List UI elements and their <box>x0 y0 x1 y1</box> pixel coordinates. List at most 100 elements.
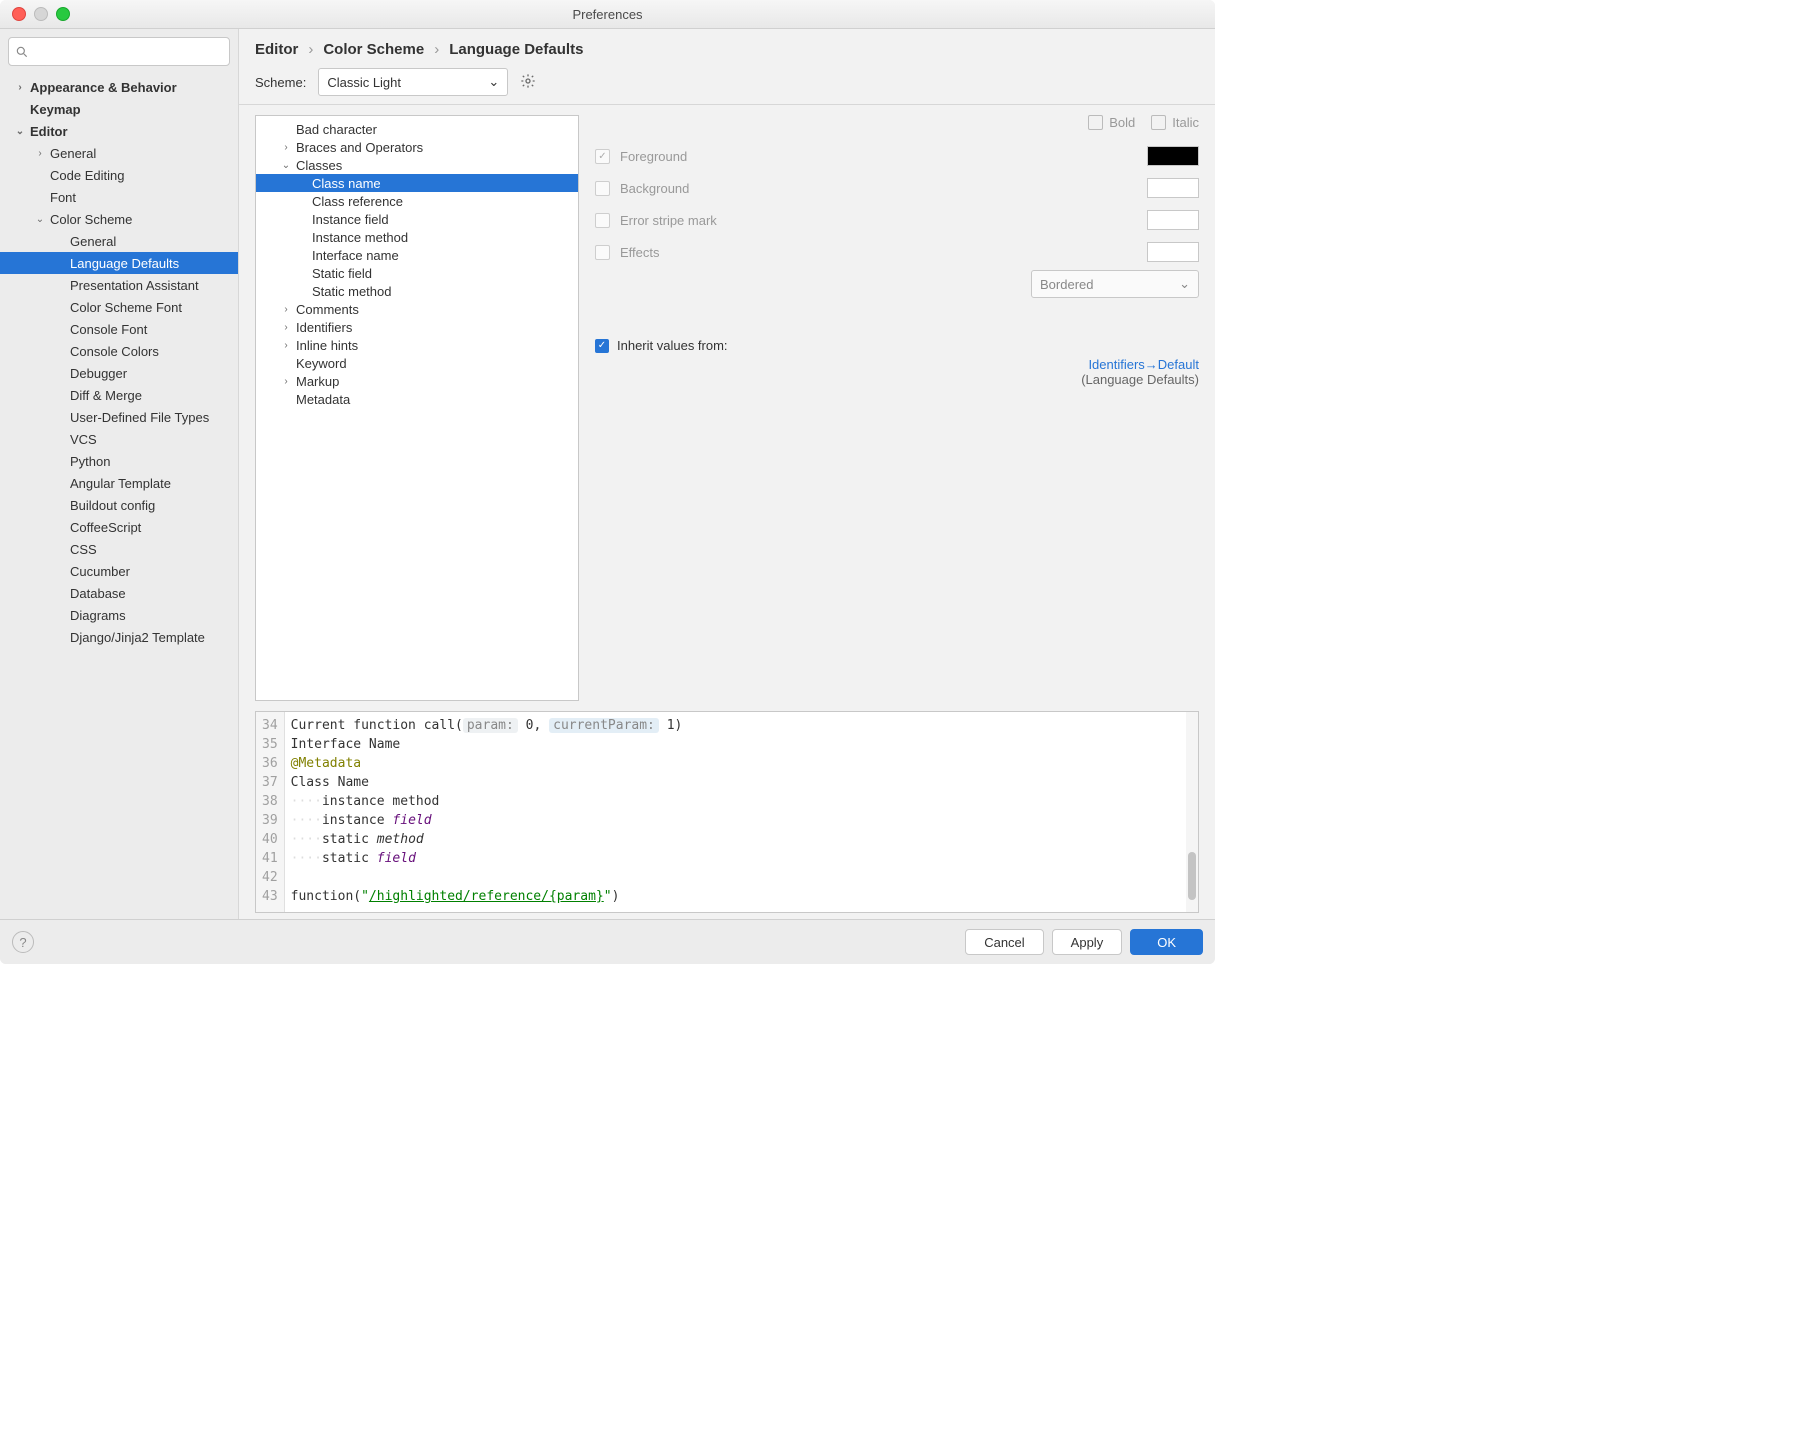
cancel-button[interactable]: Cancel <box>965 929 1043 955</box>
sidebar-item[interactable]: Color Scheme Font <box>0 296 238 318</box>
sidebar-item[interactable]: Code Editing <box>0 164 238 186</box>
category-item[interactable]: Static method <box>256 282 578 300</box>
sidebar-item[interactable]: Python <box>0 450 238 472</box>
category-item[interactable]: ›Inline hints <box>256 336 578 354</box>
category-item[interactable]: ›Braces and Operators <box>256 138 578 156</box>
sidebar-item[interactable]: Font <box>0 186 238 208</box>
effects-label: Effects <box>620 245 1137 260</box>
ok-button[interactable]: OK <box>1130 929 1203 955</box>
sidebar-search[interactable] <box>8 37 230 66</box>
bold-checkbox[interactable]: Bold <box>1088 115 1135 130</box>
category-item[interactable]: ⌄Classes <box>256 156 578 174</box>
sidebar-item[interactable]: ›General <box>0 142 238 164</box>
foreground-swatch[interactable] <box>1147 146 1199 166</box>
scrollbar-thumb[interactable] <box>1188 852 1196 900</box>
gutter: 34353637383940414243 <box>256 712 285 912</box>
search-input[interactable] <box>29 42 223 61</box>
chevron-down-icon: ⌄ <box>488 74 499 90</box>
code-preview: 34353637383940414243 Current function ca… <box>255 711 1199 913</box>
sidebar-item[interactable]: CSS <box>0 538 238 560</box>
footer: ? Cancel Apply OK <box>0 919 1215 964</box>
sidebar-item[interactable]: Debugger <box>0 362 238 384</box>
category-item[interactable]: ›Markup <box>256 372 578 390</box>
sidebar-item[interactable]: Console Font <box>0 318 238 340</box>
inherit-checkbox[interactable] <box>595 339 609 353</box>
foreground-checkbox[interactable] <box>595 149 610 164</box>
category-item[interactable]: Interface name <box>256 246 578 264</box>
breadcrumb-item[interactable]: Color Scheme <box>323 41 424 58</box>
inherit-label: Inherit values from: <box>617 338 728 353</box>
error-stripe-label: Error stripe mark <box>620 213 1137 228</box>
sidebar-item[interactable]: Database <box>0 582 238 604</box>
sidebar-item[interactable]: Angular Template <box>0 472 238 494</box>
category-item[interactable]: ›Identifiers <box>256 318 578 336</box>
sidebar-item[interactable]: Cucumber <box>0 560 238 582</box>
sidebar-item[interactable]: User-Defined File Types <box>0 406 238 428</box>
breadcrumb-item[interactable]: Editor <box>255 41 298 58</box>
background-swatch[interactable] <box>1147 178 1199 198</box>
scheme-label: Scheme: <box>255 75 306 90</box>
sidebar-item[interactable]: Diff & Merge <box>0 384 238 406</box>
sidebar-item[interactable]: Keymap <box>0 98 238 120</box>
inherit-sublabel: (Language Defaults) <box>595 372 1199 387</box>
sidebar-item[interactable]: General <box>0 230 238 252</box>
gear-icon[interactable] <box>520 73 536 92</box>
preferences-window: Preferences ›Appearance & BehaviorKeymap… <box>0 0 1215 964</box>
category-item[interactable]: Bad character <box>256 120 578 138</box>
window-title: Preferences <box>0 7 1215 22</box>
category-item[interactable]: ›Comments <box>256 300 578 318</box>
breadcrumb-item: Language Defaults <box>449 41 583 58</box>
preview-scrollbar[interactable] <box>1186 712 1198 912</box>
window-body: ›Appearance & BehaviorKeymap⌄Editor›Gene… <box>0 29 1215 919</box>
error-stripe-swatch[interactable] <box>1147 210 1199 230</box>
background-row: Background <box>595 174 1199 202</box>
scheme-select[interactable]: Classic Light ⌄ <box>318 68 508 96</box>
sidebar-item[interactable]: Diagrams <box>0 604 238 626</box>
chevron-right-icon: › <box>308 41 313 58</box>
foreground-label: Foreground <box>620 149 1137 164</box>
italic-label: Italic <box>1172 115 1199 130</box>
search-icon <box>15 45 29 59</box>
italic-checkbox[interactable]: Italic <box>1151 115 1199 130</box>
category-item[interactable]: Class name <box>256 174 578 192</box>
category-item[interactable]: Class reference <box>256 192 578 210</box>
sidebar-item[interactable]: Presentation Assistant <box>0 274 238 296</box>
category-item[interactable]: Instance field <box>256 210 578 228</box>
sidebar-item[interactable]: Console Colors <box>0 340 238 362</box>
category-item[interactable]: Instance method <box>256 228 578 246</box>
chevron-down-icon: ⌄ <box>1179 276 1190 292</box>
sidebar-item[interactable]: ⌄Editor <box>0 120 238 142</box>
effects-row: Effects <box>595 238 1199 266</box>
sidebar-item[interactable]: Language Defaults <box>0 252 238 274</box>
sidebar-item[interactable]: ⌄Color Scheme <box>0 208 238 230</box>
category-item[interactable]: Metadata <box>256 390 578 408</box>
foreground-row: Foreground <box>595 142 1199 170</box>
category-item[interactable]: Static field <box>256 264 578 282</box>
error-stripe-checkbox[interactable] <box>595 213 610 228</box>
help-icon[interactable]: ? <box>12 931 34 953</box>
code-area[interactable]: Current function call(param: 0, currentP… <box>285 712 689 912</box>
sidebar-item[interactable]: ›Appearance & Behavior <box>0 76 238 98</box>
sidebar-item[interactable]: CoffeeScript <box>0 516 238 538</box>
effects-select-value: Bordered <box>1040 277 1093 292</box>
inherit-link[interactable]: Identifiers→Default <box>595 357 1199 372</box>
effects-select[interactable]: Bordered ⌄ <box>1031 270 1199 298</box>
scheme-row: Scheme: Classic Light ⌄ <box>239 68 1215 105</box>
category-item[interactable]: Keyword <box>256 354 578 372</box>
effects-swatch[interactable] <box>1147 242 1199 262</box>
inherit-checkbox-row[interactable]: Inherit values from: <box>595 338 1199 353</box>
titlebar: Preferences <box>0 0 1215 29</box>
sidebar-item[interactable]: Buildout config <box>0 494 238 516</box>
background-label: Background <box>620 181 1137 196</box>
sidebar-item[interactable]: Django/Jinja2 Template <box>0 626 238 648</box>
background-checkbox[interactable] <box>595 181 610 196</box>
sidebar-item[interactable]: VCS <box>0 428 238 450</box>
content-area: Bad character›Braces and Operators⌄Class… <box>239 105 1215 711</box>
scheme-value: Classic Light <box>327 75 401 90</box>
breadcrumb: Editor › Color Scheme › Language Default… <box>239 29 1215 68</box>
inherit-block: Inherit values from: Identifiers→Default… <box>595 338 1199 387</box>
font-style-row: Bold Italic <box>595 115 1199 130</box>
apply-button[interactable]: Apply <box>1052 929 1123 955</box>
effects-checkbox[interactable] <box>595 245 610 260</box>
chevron-right-icon: › <box>434 41 439 58</box>
